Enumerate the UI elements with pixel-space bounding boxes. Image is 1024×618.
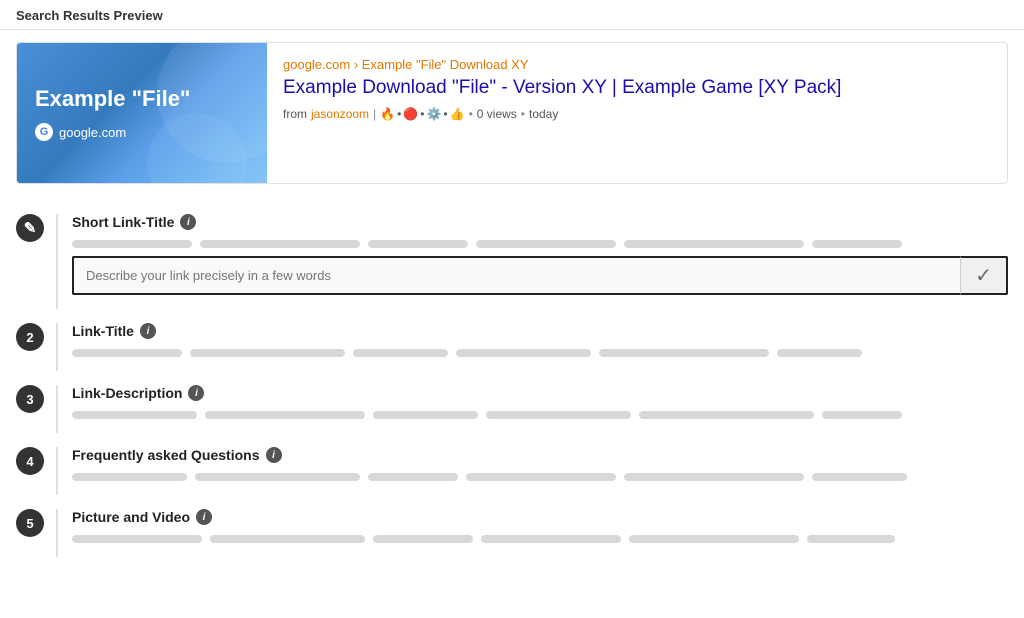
ph-line: [368, 240, 468, 248]
section-3-label: Link-Description: [72, 385, 182, 401]
ph-line: [72, 240, 192, 248]
ph-line: [368, 473, 458, 481]
section-link-description: 3 Link-Description i: [16, 371, 1008, 433]
section-4-label: Frequently asked Questions: [72, 447, 260, 463]
meta-from-label: from: [283, 107, 307, 121]
sections-container: ✎ Short Link-Title i ✓: [0, 196, 1024, 573]
section-edit-icon: ✎: [16, 214, 44, 242]
meta-time: today: [529, 107, 558, 121]
ph-line: [210, 535, 365, 543]
section-3-body: Link-Description i: [56, 385, 1008, 433]
input-row: ✓: [72, 256, 1008, 295]
section-short-link-title: ✎ Short Link-Title i ✓: [16, 200, 1008, 309]
short-link-title-input-section: ✓: [72, 256, 1008, 295]
ph-line: [822, 411, 902, 419]
section-1-body: Short Link-Title i ✓: [56, 214, 1008, 309]
meta-views: 0 views: [477, 107, 517, 121]
ph-line: [200, 240, 360, 248]
section-faq: 4 Frequently asked Questions i: [16, 433, 1008, 495]
ph-line: [190, 349, 345, 357]
section-4-number: 4: [16, 447, 44, 475]
ph-line: [456, 349, 591, 357]
ph-line: [205, 411, 365, 419]
section-1-header: Short Link-Title i: [72, 214, 1008, 230]
ph-line: [353, 349, 448, 357]
settings-icon: ⚙️: [426, 107, 441, 121]
page-title: Search Results Preview: [16, 8, 163, 23]
meta-emoji-icons: 🔥 • 🔴 • ⚙️ • 👍: [380, 107, 464, 121]
section-4-info-icon[interactable]: i: [266, 447, 282, 463]
thumbnail-title: Example "File": [35, 85, 190, 114]
ph-line: [624, 240, 804, 248]
section-5-number: 5: [16, 509, 44, 537]
section-3-placeholder-lines: [72, 411, 1008, 419]
section-5-placeholder-lines: [72, 535, 1008, 543]
meta-author: jasonzoom: [311, 107, 369, 121]
ph-line: [624, 473, 804, 481]
ph-line: [629, 535, 799, 543]
thumbnail-domain: google.com: [59, 125, 126, 140]
meta-dot3: •: [521, 107, 525, 121]
ph-line: [599, 349, 769, 357]
section-4-body: Frequently asked Questions i: [56, 447, 1008, 495]
preview-page-title: Example Download "File" - Version XY | E…: [283, 76, 991, 101]
ph-line: [72, 349, 182, 357]
ph-line: [639, 411, 814, 419]
ph-line: [481, 535, 621, 543]
thumbnail-brand: G google.com: [35, 123, 126, 141]
ph-line: [373, 535, 473, 543]
ph-line: [777, 349, 862, 357]
section-picture-video: 5 Picture and Video i: [16, 495, 1008, 557]
checkmark-icon: ✓: [975, 263, 992, 288]
preview-card: Example "File" G google.com google.com ›…: [16, 42, 1008, 184]
section-1-info-icon[interactable]: i: [180, 214, 196, 230]
ph-line: [812, 473, 907, 481]
ph-line: [812, 240, 902, 248]
red-dot-icon: 🔴: [403, 107, 418, 121]
section-4-placeholder-lines: [72, 473, 1008, 481]
section-2-placeholder-lines: [72, 349, 1008, 357]
section-1-label: Short Link-Title: [72, 214, 174, 230]
meta-dot2: •: [469, 107, 473, 121]
short-link-title-input[interactable]: [72, 256, 960, 295]
meta-separator: |: [373, 107, 376, 121]
ph-line: [807, 535, 895, 543]
ph-line: [72, 473, 187, 481]
section-2-number: 2: [16, 323, 44, 351]
section-5-label: Picture and Video: [72, 509, 190, 525]
thumbsup-icon: 👍: [450, 107, 465, 121]
preview-thumbnail: Example "File" G google.com: [17, 43, 267, 183]
ph-line: [72, 535, 202, 543]
bullet-dot: •: [397, 107, 401, 121]
section-2-body: Link-Title i: [56, 323, 1008, 371]
ph-line: [373, 411, 478, 419]
preview-info: google.com › Example "File" Download XY …: [267, 43, 1007, 183]
section-2-header: Link-Title i: [72, 323, 1008, 339]
ph-line: [195, 473, 360, 481]
section-1-placeholder-lines: [72, 240, 1008, 248]
section-2-info-icon[interactable]: i: [140, 323, 156, 339]
section-5-info-icon[interactable]: i: [196, 509, 212, 525]
section-3-header: Link-Description i: [72, 385, 1008, 401]
ph-line: [486, 411, 631, 419]
section-5-header: Picture and Video i: [72, 509, 1008, 525]
ph-line: [72, 411, 197, 419]
section-3-number: 3: [16, 385, 44, 413]
preview-breadcrumb: google.com › Example "File" Download XY: [283, 57, 991, 72]
bullet-dot3: •: [443, 107, 447, 121]
section-5-body: Picture and Video i: [56, 509, 1008, 557]
section-2-label: Link-Title: [72, 323, 134, 339]
section-link-title: 2 Link-Title i: [16, 309, 1008, 371]
section-3-info-icon[interactable]: i: [188, 385, 204, 401]
fire-icon: 🔥: [380, 107, 395, 121]
section-4-header: Frequently asked Questions i: [72, 447, 1008, 463]
input-confirm-button[interactable]: ✓: [960, 256, 1008, 295]
preview-meta: from jasonzoom | 🔥 • 🔴 • ⚙️ • 👍 • 0 view…: [283, 107, 991, 121]
ph-line: [466, 473, 616, 481]
google-logo-icon: G: [35, 123, 53, 141]
ph-line: [476, 240, 616, 248]
bullet-dot2: •: [420, 107, 424, 121]
page-header: Search Results Preview: [0, 0, 1024, 30]
